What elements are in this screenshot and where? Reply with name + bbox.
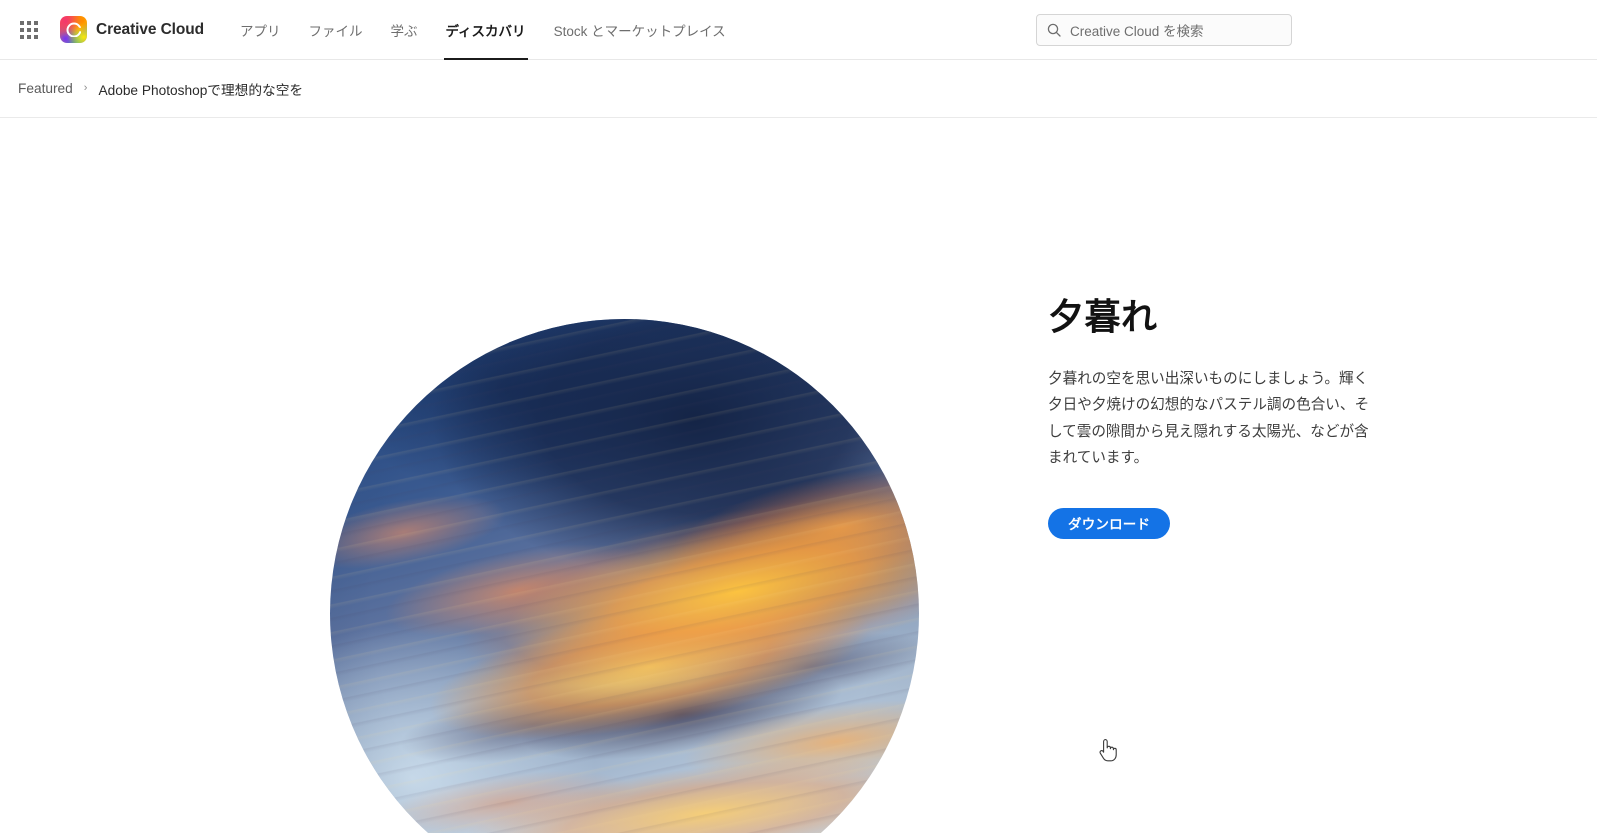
app-grid-icon[interactable]	[12, 13, 46, 47]
search-input[interactable]: Creative Cloud を検索	[1036, 13, 1292, 46]
search-placeholder: Creative Cloud を検索	[1070, 23, 1204, 39]
pointer-hand-cursor	[1099, 739, 1117, 762]
download-button[interactable]: ダウンロード	[1048, 507, 1171, 539]
nav-item-apps[interactable]: アプリ	[226, 0, 295, 60]
breadcrumb-separator-icon: ›	[83, 81, 88, 94]
search-container: Creative Cloud を検索	[1036, 13, 1292, 46]
brand-home-link[interactable]: Creative Cloud	[60, 16, 204, 43]
breadcrumb: Featured › Adobe Photoshopで理想的な空を	[0, 60, 1597, 118]
nav-item-files[interactable]: ファイル	[295, 0, 377, 60]
nav-item-learn[interactable]: 学ぶ	[377, 0, 432, 60]
nav-item-stock-marketplace[interactable]: Stock とマーケットプレイス	[540, 0, 740, 60]
preset-description: 夕暮れの空を思い出深いものにしましょう。輝く夕日や夕焼けの幻想的なパステル調の色…	[1048, 370, 1370, 467]
nav-item-discover[interactable]: ディスカバリ	[432, 0, 540, 60]
breadcrumb-item-current: Adobe Photoshopで理想的な空を	[98, 82, 304, 98]
global-header: Creative Cloud アプリ ファイル 学ぶ ディスカバリ Stock …	[0, 0, 1597, 60]
breadcrumb-item-featured[interactable]: Featured	[18, 81, 73, 96]
sunset-sky-circle-image[interactable]	[330, 319, 919, 833]
sky-layer-vignette	[330, 319, 919, 833]
brand-name: Creative Cloud	[96, 20, 204, 38]
page-title: 夕暮れ	[1048, 296, 1158, 337]
primary-nav: アプリ ファイル 学ぶ ディスカバリ Stock とマーケットプレイス	[226, 0, 740, 60]
creative-cloud-logo-icon	[60, 16, 87, 43]
content-stage: 夕暮れ 夕暮れの空を思い出深いものにしましょう。輝く夕日や夕焼けの幻想的なパステ…	[0, 118, 1597, 833]
app-grid-dots	[20, 20, 38, 39]
preset-detail-panel: 夕暮れ 夕暮れの空を思い出深いものにしましょう。輝く夕日や夕焼けの幻想的なパステ…	[1048, 296, 1378, 539]
search-icon	[1047, 23, 1061, 37]
